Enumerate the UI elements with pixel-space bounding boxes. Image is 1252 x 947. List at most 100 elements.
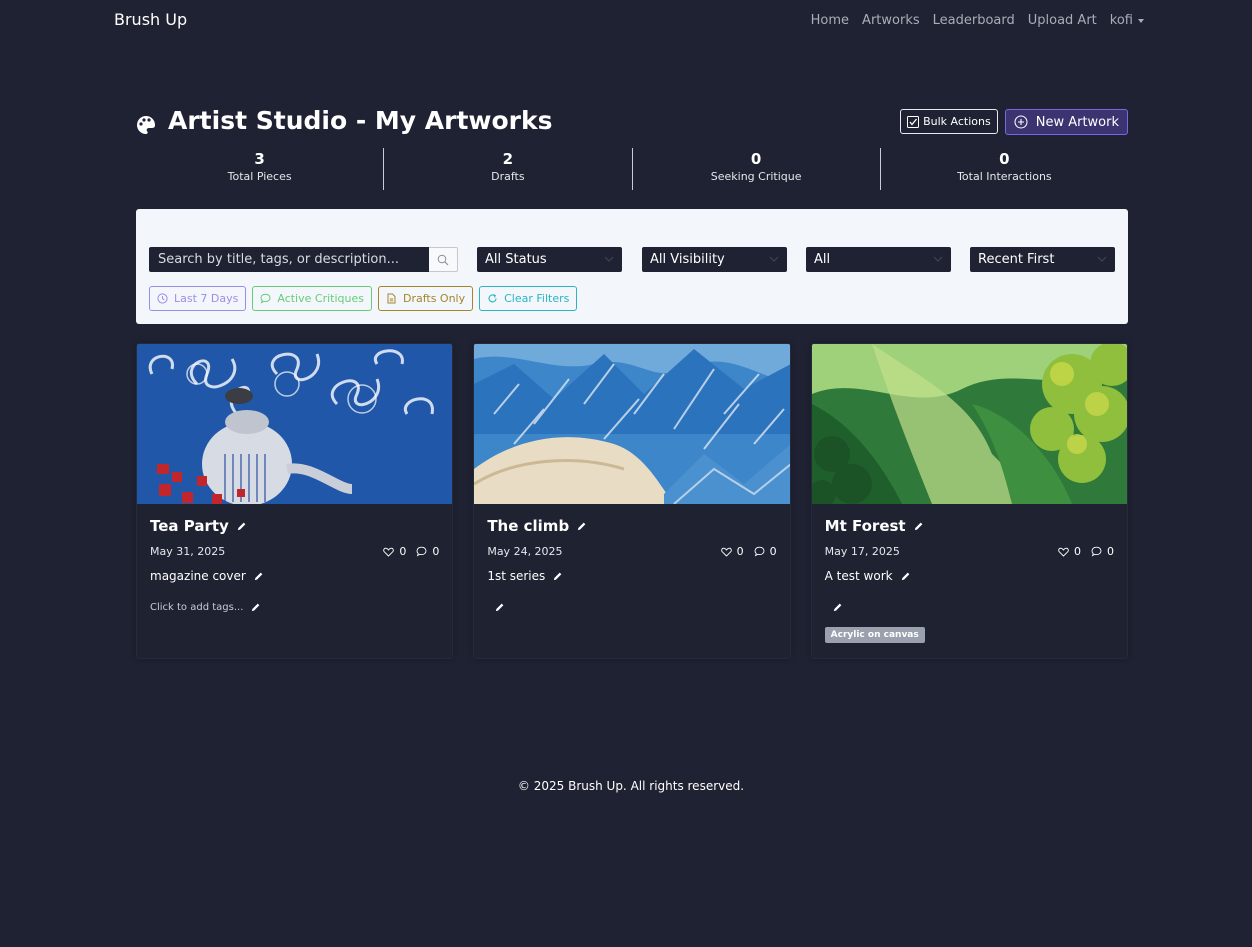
sort-select[interactable]: Recent First xyxy=(970,247,1115,272)
heart-icon[interactable] xyxy=(720,547,732,557)
comment-icon[interactable] xyxy=(754,546,765,557)
comments-count: 0 xyxy=(769,545,777,558)
stat-seeking-critique: 0 Seeking Critique xyxy=(633,148,881,190)
card-description: A test work xyxy=(825,569,911,583)
chip-label: Last 7 Days xyxy=(174,292,239,305)
artwork-card[interactable]: The climb May 24, 2025 0 0 1st series xyxy=(473,343,791,659)
artwork-card[interactable]: Tea Party May 31, 2025 0 0 magazine cove… xyxy=(136,343,454,659)
search-group xyxy=(149,247,458,272)
search-input[interactable] xyxy=(149,247,429,272)
card-title-text: Mt Forest xyxy=(824,517,906,535)
visibility-select[interactable]: All Visibility xyxy=(642,247,787,272)
artwork-card[interactable]: Mt Forest May 17, 2025 0 0 A test work A… xyxy=(810,343,1128,659)
edit-pencil-icon[interactable] xyxy=(236,521,247,532)
nav-artworks[interactable]: Artworks xyxy=(862,13,920,28)
artwork-thumbnail[interactable] xyxy=(811,344,1128,504)
nav-upload-art[interactable]: Upload Art xyxy=(1028,13,1097,28)
quick-filters: Last 7 Days Active Critiques Drafts Only… xyxy=(149,286,578,311)
nav-links: Home Artworks Leaderboard Upload Art kof… xyxy=(811,13,1144,28)
plus-circle-icon xyxy=(1014,115,1028,129)
stat-value: 0 xyxy=(750,150,762,168)
bulk-actions-label: Bulk Actions xyxy=(923,115,991,128)
chip-label: Clear Filters xyxy=(504,292,570,305)
heart-icon[interactable] xyxy=(1058,547,1069,557)
nav-leaderboard[interactable]: Leaderboard xyxy=(933,13,1015,28)
stat-label: Total Interactions xyxy=(957,170,1052,183)
clear-filters-button[interactable]: Clear Filters xyxy=(479,286,578,311)
visibility-select-value: All Visibility xyxy=(650,252,725,267)
category-select[interactable]: All xyxy=(806,247,951,272)
category-select-value: All xyxy=(814,252,831,267)
likes-count: 0 xyxy=(399,545,407,558)
active-critiques-button[interactable]: Active Critiques xyxy=(252,286,372,311)
card-counts: 0 0 xyxy=(720,545,777,558)
likes-count: 0 xyxy=(1073,545,1081,558)
last-7-days-button[interactable]: Last 7 Days xyxy=(149,286,247,311)
edit-pencil-icon[interactable] xyxy=(494,602,505,613)
chevron-down-icon xyxy=(769,256,779,262)
stat-label: Seeking Critique xyxy=(710,170,802,183)
drafts-only-button[interactable]: Drafts Only xyxy=(377,286,474,311)
edit-pencil-icon[interactable] xyxy=(832,602,843,613)
card-tags-placeholder: Click to add tags... xyxy=(150,602,244,613)
chevron-down-icon xyxy=(1097,256,1107,262)
card-title: Tea Party xyxy=(150,517,247,535)
card-description-text: magazine cover xyxy=(150,569,246,583)
heart-icon[interactable] xyxy=(383,547,395,557)
stats-bar: 3 Total Pieces 2 Drafts 0 Seeking Critiq… xyxy=(136,148,1128,190)
status-select[interactable]: All Status xyxy=(477,247,622,272)
palette-icon xyxy=(137,116,155,134)
artwork-thumbnail[interactable] xyxy=(474,344,790,504)
card-title: The climb xyxy=(487,517,587,535)
card-date: May 24, 2025 xyxy=(487,545,563,558)
card-tags[interactable] xyxy=(487,602,505,613)
page-header: Artist Studio - My Artworks Bulk Actions… xyxy=(136,106,1128,138)
stat-label: Drafts xyxy=(491,170,525,183)
stat-value: 0 xyxy=(999,150,1010,168)
card-tags[interactable] xyxy=(825,602,843,613)
card-description-text: A test work xyxy=(824,569,893,583)
edit-pencil-icon[interactable] xyxy=(250,602,261,613)
tag-badge[interactable]: Acrylic on canvas xyxy=(824,627,925,643)
new-artwork-button[interactable]: New Artwork xyxy=(1004,109,1128,135)
card-counts: 0 0 xyxy=(383,545,439,558)
checkbox-icon xyxy=(907,115,920,128)
comments-count: 0 xyxy=(1106,545,1114,558)
stat-value: 3 xyxy=(254,150,265,168)
likes-count: 0 xyxy=(736,545,744,558)
card-title-text: Tea Party xyxy=(150,517,229,535)
search-icon xyxy=(437,254,449,265)
caret-down-icon xyxy=(1138,18,1144,23)
edit-pencil-icon[interactable] xyxy=(576,521,587,532)
stat-total-interactions: 0 Total Interactions xyxy=(881,148,1128,190)
edit-pencil-icon[interactable] xyxy=(913,521,924,532)
edit-pencil-icon[interactable] xyxy=(552,571,563,582)
comment-icon[interactable] xyxy=(1091,546,1102,557)
artwork-grid: Tea Party May 31, 2025 0 0 magazine cove… xyxy=(136,343,1128,659)
brand-logo[interactable]: Brush Up xyxy=(114,10,187,29)
chip-label: Active Critiques xyxy=(277,292,364,305)
new-artwork-label: New Artwork xyxy=(1035,114,1119,130)
artwork-thumbnail[interactable] xyxy=(137,344,453,504)
navbar: Brush Up Home Artworks Leaderboard Uploa… xyxy=(0,0,1252,42)
edit-pencil-icon[interactable] xyxy=(900,571,911,582)
edit-pencil-icon[interactable] xyxy=(253,571,264,582)
card-tags[interactable]: Click to add tags... xyxy=(150,602,261,613)
card-counts: 0 0 xyxy=(1058,545,1114,558)
header-actions: Bulk Actions New Artwork xyxy=(900,109,1128,135)
footer-copyright: © 2025 Brush Up. All rights reserved. xyxy=(517,779,745,793)
comment-icon[interactable] xyxy=(416,546,427,557)
chevron-down-icon xyxy=(604,256,614,262)
chevron-down-icon xyxy=(933,256,943,262)
refresh-icon xyxy=(488,294,497,303)
chip-label: Drafts Only xyxy=(402,292,466,305)
clock-icon xyxy=(157,293,168,304)
search-button[interactable] xyxy=(429,247,458,272)
card-description-text: 1st series xyxy=(487,569,546,583)
user-menu[interactable]: kofi xyxy=(1110,13,1144,28)
stat-value: 2 xyxy=(502,150,514,168)
card-description: magazine cover xyxy=(150,569,264,583)
bulk-actions-button[interactable]: Bulk Actions xyxy=(900,109,998,134)
filter-panel: All Status All Visibility All Recent Fir… xyxy=(136,209,1128,324)
nav-home[interactable]: Home xyxy=(811,13,849,28)
